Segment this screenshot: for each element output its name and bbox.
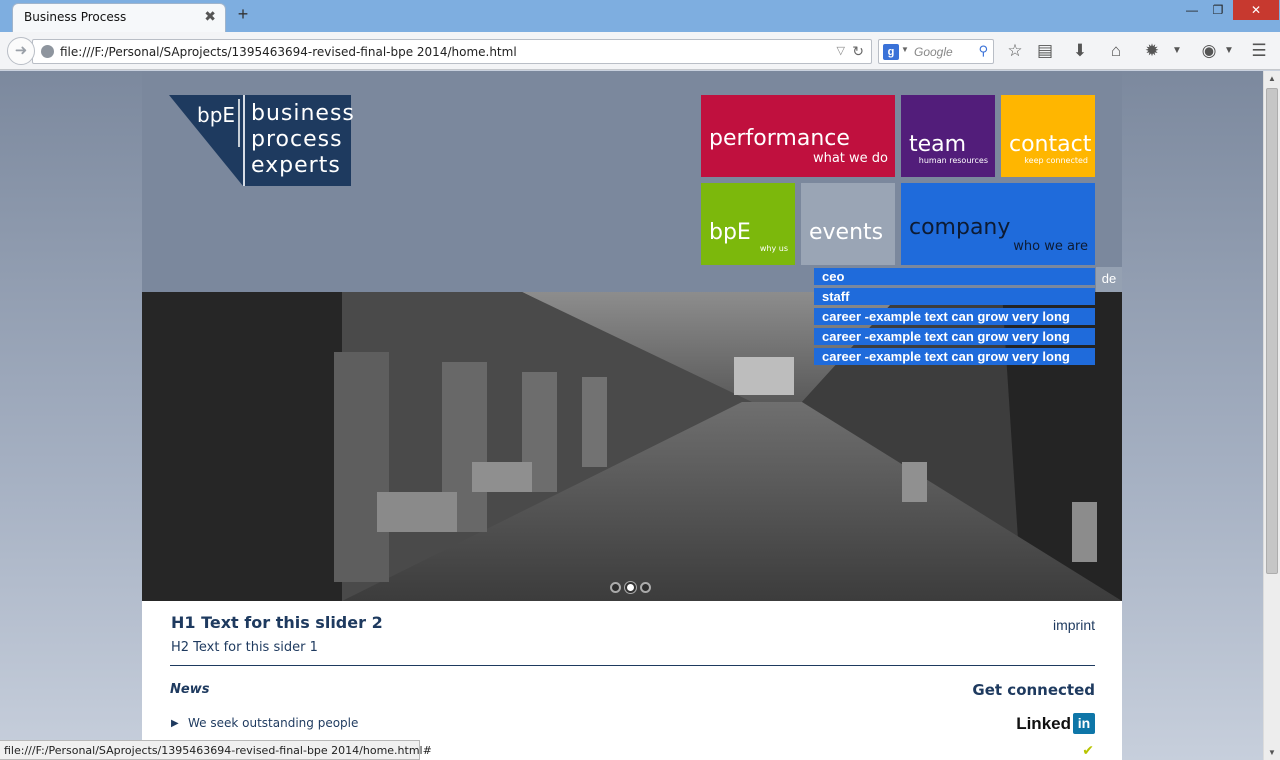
tile-subtitle: keep connected	[1024, 156, 1088, 165]
submenu-item-career[interactable]: career -example text can grow very long	[814, 328, 1095, 345]
scroll-down-icon[interactable]: ▼	[1268, 748, 1276, 757]
submenu-item-career[interactable]: career -example text can grow very long	[814, 348, 1095, 365]
submenu-item-staff[interactable]: staff	[814, 288, 1095, 305]
status-bar: file:///F:/Personal/SAprojects/139546369…	[0, 740, 432, 760]
menu-icon[interactable]: ☰	[1248, 41, 1270, 61]
news-heading: News	[170, 682, 210, 697]
slider-dot-2[interactable]	[625, 582, 636, 593]
slider-dot-3[interactable]	[640, 582, 651, 593]
bpe-logo[interactable]: bpE business process experts	[169, 95, 354, 186]
tile-subtitle: what we do	[812, 151, 888, 166]
news-item-link[interactable]: We seek outstanding people	[188, 716, 358, 730]
url-history-dropdown-icon[interactable]: ▽	[837, 44, 845, 57]
submenu-item-career[interactable]: career -example text can grow very long	[814, 308, 1095, 325]
linkedin-link[interactable]: Linked in	[1016, 713, 1095, 735]
tile-title: performance	[709, 126, 850, 151]
page-container: bpE business process experts performance…	[142, 71, 1122, 760]
addon-icon[interactable]: ✹	[1141, 41, 1163, 61]
tile-subtitle: human resources	[918, 156, 988, 165]
tile-title: team	[909, 132, 967, 157]
nav-tile-performance[interactable]: performance what we do	[701, 95, 895, 177]
status-url: file:///F:/Personal/SAprojects/139546369…	[4, 744, 432, 757]
color-dropdown-icon[interactable]: ▼	[1218, 41, 1240, 61]
slider-subheading: H2 Text for this sider 1	[171, 640, 318, 655]
window-close-icon[interactable]: ✕	[1233, 0, 1279, 20]
new-tab-button[interactable]: +	[234, 4, 252, 25]
nav-tile-company[interactable]: company who we are	[901, 183, 1095, 265]
url-text[interactable]: file:///F:/Personal/SAprojects/139546369…	[60, 45, 517, 59]
logo-line-3: experts	[251, 153, 341, 178]
language-switch[interactable]: de	[1096, 267, 1122, 292]
scrollbar-thumb[interactable]	[1266, 88, 1278, 574]
tile-title: contact	[1009, 132, 1092, 157]
back-button[interactable]: ➜	[7, 37, 35, 65]
get-connected-heading: Get connected	[972, 681, 1095, 699]
content-area: H1 Text for this slider 2 H2 Text for th…	[142, 601, 1122, 760]
google-icon[interactable]: g	[883, 44, 899, 60]
slider-heading: H1 Text for this slider 2	[171, 613, 383, 632]
search-box[interactable]: g ▼ Google ⚲	[878, 39, 994, 64]
tile-subtitle: who we are	[1013, 239, 1088, 254]
checkmark-icon[interactable]: ✔	[1082, 742, 1094, 759]
submenu-item-ceo[interactable]: ceo	[814, 268, 1095, 285]
color-picker-icon[interactable]: ◉	[1198, 41, 1220, 61]
search-engine-dropdown-icon[interactable]: ▼	[901, 45, 909, 54]
logo-mark: bpE	[197, 103, 236, 127]
scroll-up-icon[interactable]: ▲	[1268, 74, 1276, 83]
logo-line-1: business	[251, 101, 355, 126]
browser-navigation-bar: file:///F:/Personal/SAprojects/139546369…	[0, 32, 1280, 70]
nav-tile-contact[interactable]: contact keep connected	[1001, 95, 1095, 177]
nav-tile-team[interactable]: team human resources	[901, 95, 995, 177]
search-icon[interactable]: ⚲	[978, 43, 988, 59]
nav-tile-events[interactable]: events	[801, 183, 895, 265]
bookmarks-menu-icon[interactable]: ▤	[1034, 41, 1056, 61]
tab-title: Business Process	[24, 10, 127, 24]
logo-wordmark: business process experts	[251, 101, 355, 179]
browser-tab[interactable]: Business Process ✖	[12, 3, 226, 32]
tile-title: bpE	[709, 220, 751, 245]
logo-line-2: process	[251, 127, 343, 152]
nav-tile-bpe[interactable]: bpE why us	[701, 183, 795, 265]
home-icon[interactable]: ⌂	[1105, 41, 1127, 61]
globe-icon	[41, 45, 54, 58]
tile-title: events	[809, 220, 884, 245]
address-bar[interactable]: file:///F:/Personal/SAprojects/139546369…	[32, 39, 872, 64]
minimize-icon[interactable]: —	[1178, 0, 1206, 20]
restore-icon[interactable]: ❐	[1204, 0, 1232, 20]
linkedin-icon: in	[1073, 713, 1095, 734]
tile-title: company	[909, 215, 1011, 240]
vertical-scrollbar[interactable]: ▲ ▼	[1263, 71, 1280, 760]
search-placeholder[interactable]: Google	[914, 45, 953, 59]
reload-icon[interactable]: ↻	[852, 43, 864, 60]
divider	[170, 665, 1095, 666]
bookmark-star-icon[interactable]: ☆	[1004, 41, 1026, 61]
play-arrow-icon: ▶	[171, 718, 179, 729]
company-submenu: ceo staff career -example text can grow …	[814, 268, 1095, 368]
linkedin-wordmark: Linked	[1016, 714, 1071, 733]
close-tab-icon[interactable]: ✖	[204, 8, 216, 25]
imprint-link[interactable]: imprint	[1053, 617, 1095, 633]
addon-dropdown-icon[interactable]: ▼	[1166, 41, 1188, 61]
page-viewport: bpE business process experts performance…	[0, 71, 1263, 760]
tile-subtitle: why us	[759, 244, 788, 253]
slider-dot-1[interactable]	[610, 582, 621, 593]
downloads-icon[interactable]: ⬇	[1069, 41, 1091, 61]
browser-tab-bar: Business Process ✖ + — ❐ ✕	[0, 0, 1280, 32]
